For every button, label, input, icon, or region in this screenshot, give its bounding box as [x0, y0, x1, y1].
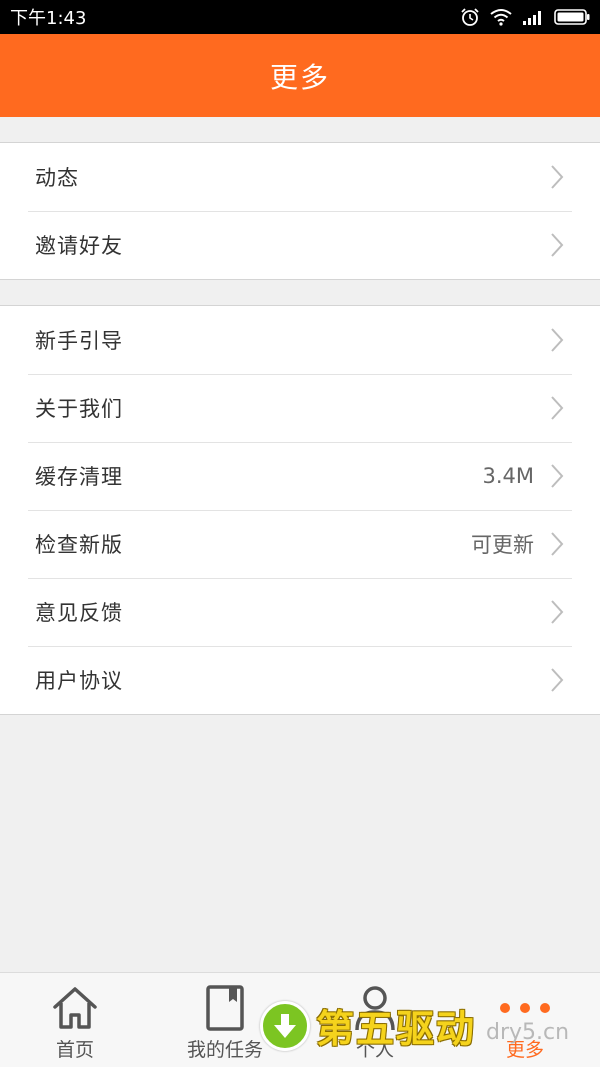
menu-item-label: 关于我们 [35, 397, 123, 421]
menu-item-about-us[interactable]: 关于我们 [0, 374, 600, 442]
book-icon [206, 985, 244, 1031]
status-time: 下午1:43 [10, 8, 87, 29]
menu-item-clear-cache[interactable]: 缓存清理 3.4M [0, 442, 600, 510]
tab-label: 首页 [55, 1039, 94, 1061]
chevron-right-icon [551, 464, 564, 488]
chevron-right-icon [551, 600, 564, 624]
tab-label: 更多 [505, 1039, 544, 1061]
menu-item-check-update[interactable]: 检查新版 可更新 [0, 510, 600, 578]
bottom-tab-bar: 首页 我的任务 个人 更多 [0, 972, 600, 1067]
chevron-right-icon [551, 396, 564, 420]
menu-item-feedback[interactable]: 意见反馈 [0, 578, 600, 646]
chevron-right-icon [551, 233, 564, 257]
menu-item-label: 邀请好友 [35, 234, 123, 258]
signal-icon [523, 11, 541, 25]
tab-my-tasks[interactable]: 我的任务 [150, 973, 300, 1067]
alarm-icon [461, 8, 479, 26]
tab-personal[interactable]: 个人 [300, 973, 450, 1067]
menu-item-label: 用户协议 [35, 669, 123, 693]
tab-home[interactable]: 首页 [0, 973, 150, 1067]
tab-label: 我的任务 [186, 1039, 263, 1061]
menu-item-beginner-guide[interactable]: 新手引导 [0, 306, 600, 374]
update-status-value: 可更新 [471, 533, 534, 557]
status-icons [460, 7, 590, 27]
status-bar: 下午1:43 [0, 0, 600, 34]
menu-item-user-agreement[interactable]: 用户协议 [0, 646, 600, 714]
menu-item-dynamics[interactable]: 动态 [0, 143, 600, 211]
menu-item-invite-friends[interactable]: 邀请好友 [0, 211, 600, 279]
cache-size-value: 3.4M [482, 464, 534, 488]
more-dots-icon [500, 1003, 550, 1013]
home-icon [53, 987, 97, 1029]
menu-item-label: 检查新版 [35, 533, 123, 557]
menu-item-label: 新手引导 [35, 329, 123, 353]
chevron-right-icon [551, 668, 564, 692]
settings-group-1: 动态 邀请好友 [0, 142, 600, 280]
user-icon [355, 986, 395, 1031]
battery-icon [554, 9, 590, 25]
chevron-right-icon [551, 328, 564, 352]
menu-item-label: 缓存清理 [35, 465, 123, 489]
menu-item-label: 意见反馈 [35, 601, 123, 625]
settings-group-2: 新手引导 关于我们 缓存清理 3.4M 检查新版 可更新 意见反馈 用户协议 [0, 305, 600, 715]
chevron-right-icon [551, 532, 564, 556]
wifi-icon [490, 9, 512, 26]
tab-more[interactable]: 更多 [450, 973, 600, 1067]
page-title: 更多 [269, 60, 330, 94]
tab-label: 个人 [355, 1039, 394, 1061]
title-bar: 更多 [0, 34, 600, 117]
menu-item-label: 动态 [35, 166, 79, 190]
chevron-right-icon [551, 165, 564, 189]
